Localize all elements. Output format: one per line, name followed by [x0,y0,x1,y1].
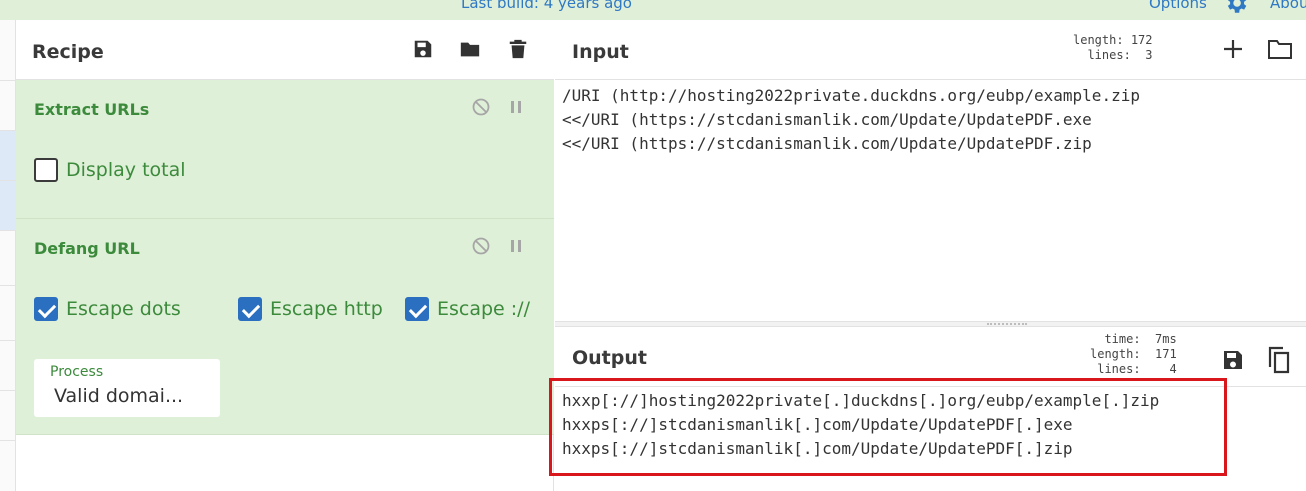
input-length: 172 [1130,33,1153,47]
save-output-icon[interactable] [1221,348,1245,372]
save-icon[interactable] [412,38,434,60]
list-divider [0,80,16,81]
disable-icon[interactable] [471,236,491,256]
escape-http-checkbox[interactable]: Escape http [238,297,383,321]
stat-label: lines: [1097,362,1141,376]
checkbox-label: Escape dots [66,298,181,320]
about-link[interactable]: Abou [1270,0,1306,12]
output-title: Output [572,347,647,369]
input-lines: 3 [1145,48,1153,62]
process-value: Valid domai... [54,385,184,407]
input-line: <</URI (https://stcdanismanlik.com/Updat… [562,134,1092,153]
checkbox-box[interactable] [34,158,58,182]
checkbox-box[interactable] [238,297,262,321]
output-highlight-box [549,378,1227,476]
process-select[interactable]: Process Valid domai... [34,359,220,417]
checkbox-box[interactable] [405,297,429,321]
list-divider [0,440,16,441]
trash-icon[interactable] [507,38,529,60]
plus-icon[interactable] [1222,38,1244,60]
display-total-checkbox[interactable]: Display total [34,158,186,182]
input-stats: length: 172 lines: 3 [1073,33,1153,63]
copy-icon[interactable] [1266,346,1292,374]
input-title: Input [572,41,629,63]
stat-label: length: [1090,347,1141,361]
escape-scheme-checkbox[interactable]: Escape :// [405,297,530,321]
last-build-text: Last build: 4 years ago [461,0,632,12]
pause-icon[interactable] [506,236,526,256]
stat-label: lines: [1087,48,1131,62]
output-stats: time: 7ms length: 171 lines: 4 [1090,332,1177,377]
recipe-panel: Recipe Extract URLs Display total Defang… [16,20,554,491]
list-divider [0,180,16,181]
input-line: <</URI (https://stcdanismanlik.com/Updat… [562,110,1092,129]
gear-icon[interactable] [1223,0,1249,16]
operation-extract-urls[interactable]: Extract URLs Display total [16,80,554,219]
folder-icon[interactable] [459,38,481,60]
operation-title: Extract URLs [34,100,150,119]
pause-icon[interactable] [506,97,526,117]
operations-list-edge [0,20,16,491]
list-divider [0,340,16,341]
list-divider [0,285,16,286]
stat-label: length: [1073,33,1124,47]
output-lines: 4 [1169,362,1177,376]
recipe-header: Recipe [16,20,554,80]
list-divider [0,230,16,231]
open-folder-icon[interactable] [1267,38,1293,60]
checkbox-label: Escape http [270,298,383,320]
input-header: Input length: 172 lines: 3 [555,20,1306,80]
disable-icon[interactable] [471,97,491,117]
escape-dots-checkbox[interactable]: Escape dots [34,297,181,321]
output-length: 171 [1155,347,1177,361]
stat-label: time: [1104,332,1141,346]
process-label: Process [50,364,104,380]
output-time: 7ms [1155,332,1177,346]
input-line: /URI (http://hosting2022private.duckdns.… [562,86,1140,105]
recipe-title: Recipe [32,41,104,63]
checkbox-box[interactable] [34,297,58,321]
input-textarea[interactable]: /URI (http://hosting2022private.duckdns.… [555,82,1306,321]
resize-grip [987,323,1027,326]
operation-defang-url[interactable]: Defang URL Escape dots Escape http Escap… [16,219,554,435]
checkbox-label: Display total [66,159,186,181]
top-bar: Last build: 4 years ago Options Abou [0,0,1306,20]
options-link[interactable]: Options [1149,0,1207,12]
operation-title: Defang URL [34,239,140,258]
list-divider [0,390,16,391]
checkbox-label: Escape :// [437,298,530,320]
list-divider [0,130,16,131]
